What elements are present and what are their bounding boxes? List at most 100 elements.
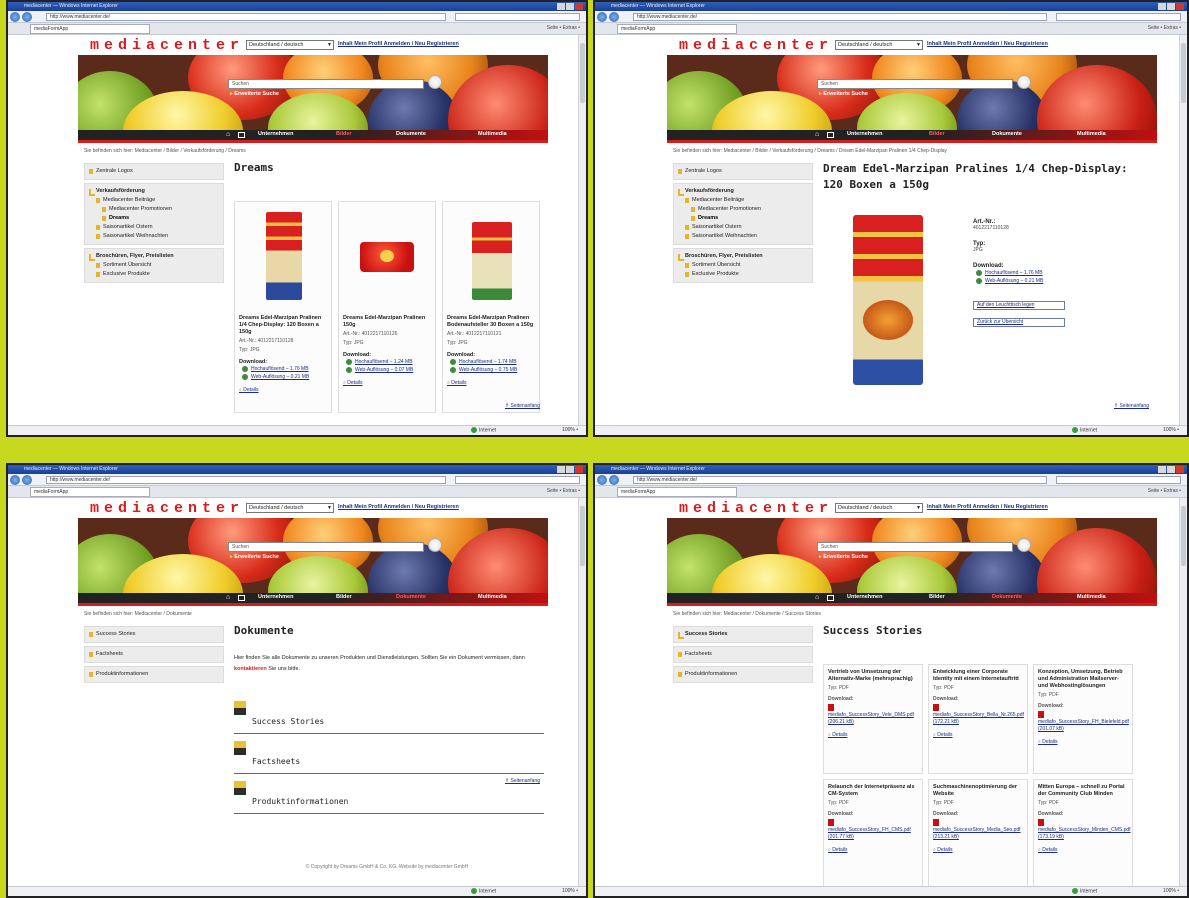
pdf-icon[interactable] [828, 704, 834, 711]
product-title[interactable]: Dreams Edel-Marzipan Pralinen 150g [343, 315, 431, 329]
sitemap-icon[interactable] [827, 595, 834, 601]
browser-tab[interactable]: mediaFormApp [617, 487, 737, 497]
site-search-input[interactable]: Suchen [228, 542, 424, 552]
download-link[interactable]: Web-Auflösung – 0.75 MB [447, 366, 535, 374]
download-link[interactable]: Hochauflösend – 1.76 MB [239, 365, 327, 373]
download-link[interactable]: Web-Auflösung – 0.07 MB [343, 366, 431, 374]
site-logo[interactable]: mediacenter [90, 37, 244, 54]
top-links[interactable]: Inhalt Mein Profil Anmelden / Neu Regist… [927, 41, 1048, 47]
site-search-input[interactable]: Suchen [228, 79, 424, 89]
minimize-button[interactable] [557, 3, 565, 10]
nav-item-sub[interactable]: Saisonartikel Ostern [89, 223, 219, 232]
back-to-overview-button[interactable]: Zurück zur Übersicht [973, 318, 1065, 327]
site-search-input[interactable]: Suchen [817, 79, 1013, 89]
sitemap-icon[interactable] [827, 132, 834, 138]
download-link[interactable]: mediafo_SuccessStory_FH_CMS.pdf (201.77 … [828, 827, 918, 841]
menu-item-bilder[interactable]: Bilder [336, 594, 352, 600]
browser-tab[interactable]: mediaFormApp [30, 487, 150, 497]
language-select[interactable]: Deutschland / deutsch [246, 40, 334, 50]
minimize-button[interactable] [1158, 466, 1166, 473]
download-link[interactable]: Hochauflösend – 1.24 MB [343, 358, 431, 366]
details-link[interactable]: Details [447, 380, 535, 386]
sitemap-icon[interactable] [238, 132, 245, 138]
page-top-link[interactable]: ⇑ Seitenanfang [505, 778, 540, 784]
nav-item-sub[interactable]: Saisonartikel Weihnachten [678, 232, 808, 241]
zoom-level[interactable]: 100% • [562, 888, 578, 894]
menu-item-unternehmen[interactable]: Unternehmen [258, 594, 293, 600]
download-link[interactable]: mediafo_SuccessStory_Vele_DMS.pdf (206.2… [828, 712, 918, 726]
nav-item-success-stories[interactable]: Success Stories [678, 630, 808, 639]
nav-item-sub[interactable]: Exclusive Produkte [89, 270, 219, 279]
toolbar-tools[interactable]: Seite • Extras • [547, 25, 580, 31]
menu-item-dokumente[interactable]: Dokumente [396, 131, 426, 137]
maximize-button[interactable] [1167, 466, 1175, 473]
nav-item-success-stories[interactable]: Success Stories [89, 630, 219, 639]
download-link[interactable]: mediafo_SuccessStory_Media_Seo.pdf (213.… [933, 827, 1023, 841]
story-title[interactable]: Konzeption, Umsetzung, Betrieb und Admin… [1038, 669, 1128, 690]
close-button[interactable] [1176, 3, 1184, 10]
download-link[interactable]: Hochauflösend – 1.76 MB [973, 269, 1103, 277]
minimize-button[interactable] [557, 466, 565, 473]
extended-search-link[interactable]: Erweiterte Suche [819, 554, 868, 560]
menu-item-unternehmen[interactable]: Unternehmen [847, 131, 882, 137]
pdf-icon[interactable] [828, 819, 834, 826]
extended-search-link[interactable]: Erweiterte Suche [230, 91, 279, 97]
menu-item-multimedia[interactable]: Multimedia [478, 594, 507, 600]
product-image[interactable] [352, 212, 422, 307]
download-link[interactable]: Web-Auflösung – 0.21 MB [239, 373, 327, 381]
document-category-row[interactable]: Factsheets [234, 737, 544, 774]
story-title[interactable]: Vertrieb von Umsetzung der Alternativ-Ma… [828, 669, 918, 683]
menu-item-dokumente[interactable]: Dokumente [992, 594, 1022, 600]
menu-item-bilder[interactable]: Bilder [336, 131, 352, 137]
home-icon[interactable]: ⌂ [226, 594, 235, 602]
details-link[interactable]: Details [933, 847, 1023, 853]
pdf-icon[interactable] [933, 704, 939, 711]
forward-icon[interactable] [609, 475, 619, 485]
nav-item-logos[interactable]: Zentrale Logos [89, 167, 219, 176]
nav-item-broschueren[interactable]: Broschüren, Flyer, Preislisten [89, 252, 219, 261]
search-button[interactable] [1017, 75, 1031, 89]
browser-search-input[interactable] [1056, 13, 1181, 21]
nav-item-produktinformationen[interactable]: Produktinformationen [89, 670, 219, 679]
nav-item-sub[interactable]: Mediacenter Promotionen [678, 205, 808, 214]
nav-item-verkaufsfoerderung[interactable]: Verkaufsförderung [678, 187, 808, 196]
scrollbar[interactable] [578, 35, 586, 425]
nav-item-sub[interactable]: Sortiment Übersicht [678, 261, 808, 270]
pdf-icon[interactable] [933, 819, 939, 826]
menu-item-multimedia[interactable]: Multimedia [1077, 594, 1106, 600]
menu-item-unternehmen[interactable]: Unternehmen [847, 594, 882, 600]
zoom-level[interactable]: 100% • [1163, 888, 1179, 894]
zoom-level[interactable]: 100% • [1163, 427, 1179, 433]
back-icon[interactable] [597, 12, 607, 22]
top-links[interactable]: Inhalt Mein Profil Anmelden / Neu Regist… [338, 504, 459, 510]
zoom-level[interactable]: 100% • [562, 427, 578, 433]
menu-item-multimedia[interactable]: Multimedia [1077, 131, 1106, 137]
maximize-button[interactable] [566, 466, 574, 473]
browser-search-input[interactable] [455, 13, 580, 21]
scrollbar[interactable] [1179, 498, 1187, 886]
document-category-label[interactable]: Produktinformationen [252, 797, 348, 806]
document-category-row[interactable]: Success Stories [234, 697, 544, 734]
nav-item-broschueren[interactable]: Broschüren, Flyer, Preislisten [678, 252, 808, 261]
menu-item-bilder[interactable]: Bilder [929, 594, 945, 600]
nav-item-sub[interactable]: Mediacenter Beiträge [89, 196, 219, 205]
toolbar-tools[interactable]: Seite • Extras • [1148, 488, 1181, 494]
maximize-button[interactable] [1167, 3, 1175, 10]
document-category-label[interactable]: Success Stories [252, 717, 324, 726]
nav-item-sub[interactable]: Mediacenter Promotionen [89, 205, 219, 214]
search-button[interactable] [428, 538, 442, 552]
nav-item-dreams[interactable]: Dreams [678, 214, 808, 223]
product-title[interactable]: Dreams Edel-Marzipan Pralinen 1/4 Chep-D… [239, 315, 327, 336]
site-logo[interactable]: mediacenter [679, 37, 833, 54]
details-link[interactable]: Details [1038, 847, 1128, 853]
nav-item-sub[interactable]: Sortiment Übersicht [89, 261, 219, 270]
nav-item-factsheets[interactable]: Factsheets [89, 650, 219, 659]
menu-item-unternehmen[interactable]: Unternehmen [258, 131, 293, 137]
maximize-button[interactable] [566, 3, 574, 10]
browser-tab[interactable]: mediaFormApp [30, 24, 150, 34]
extended-search-link[interactable]: Erweiterte Suche [819, 91, 868, 97]
home-icon[interactable]: ⌂ [815, 594, 824, 602]
url-input[interactable]: http://www.mediacenter.de/ [633, 13, 1047, 21]
nav-item-sub[interactable]: Exclusive Produkte [678, 270, 808, 279]
download-link[interactable]: Hochauflösend – 1.74 MB [447, 358, 535, 366]
